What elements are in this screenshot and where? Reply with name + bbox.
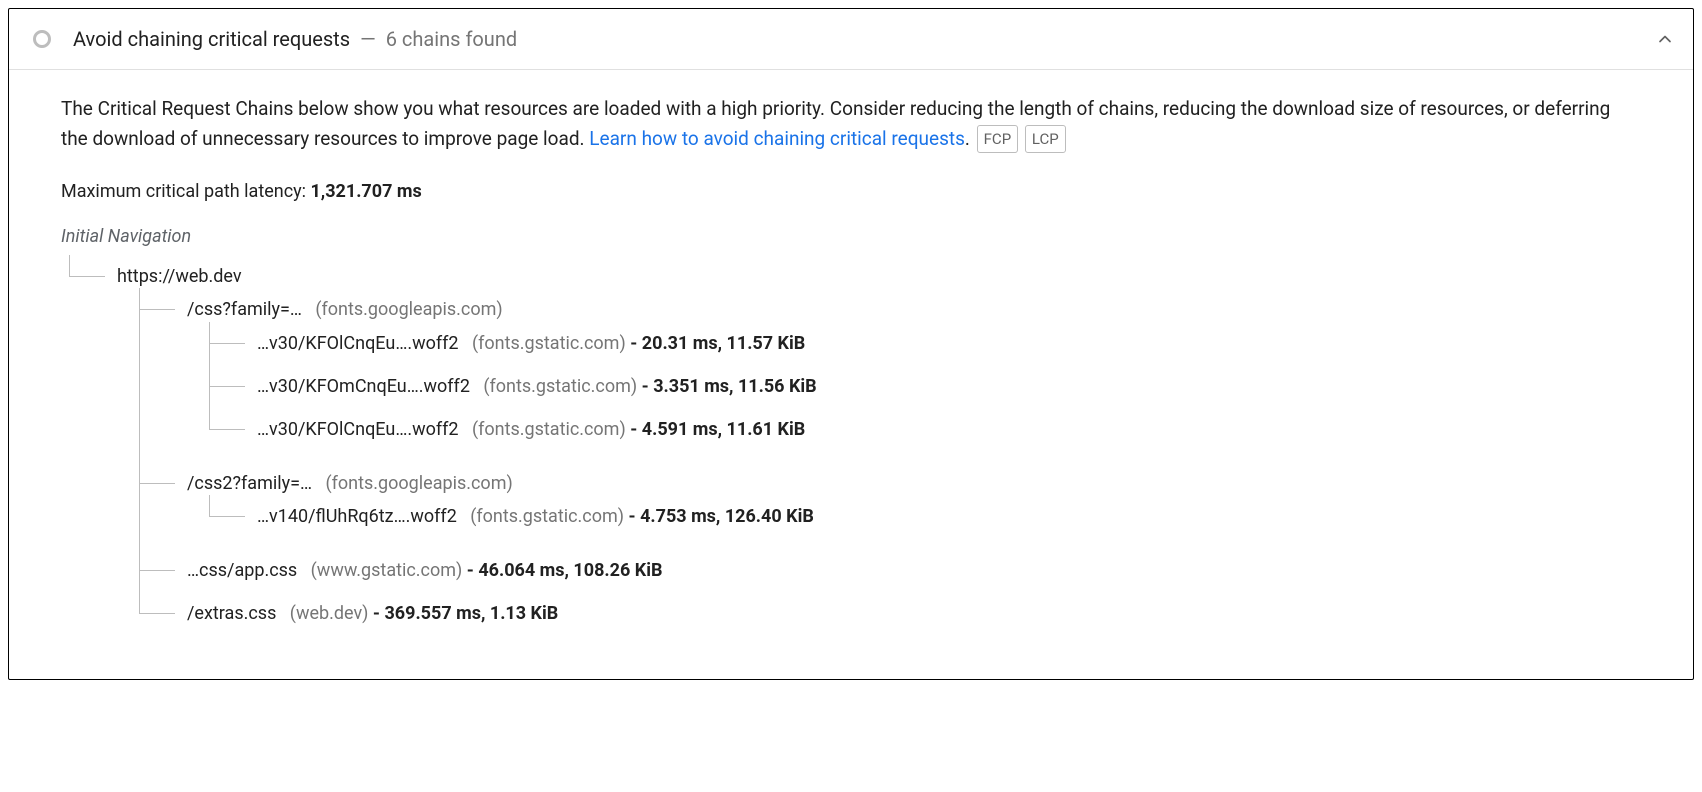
node-host: (fonts.gstatic.com) xyxy=(472,333,626,354)
node-host: (fonts.googleapis.com) xyxy=(325,473,512,494)
node-path: …css/app.css xyxy=(187,560,297,581)
max-latency: Maximum critical path latency: 1,321.707… xyxy=(61,181,1641,202)
tree-node: …v140/flUhRq6tz….woff2 (fonts.gstatic.co… xyxy=(209,495,1641,538)
tree-node: …v30/KFOmCnqEu….woff2 (fonts.gstatic.com… xyxy=(209,365,1641,408)
tree-node: /css2?family=… (fonts.googleapis.com) …v… xyxy=(139,462,1641,549)
node-path: …v30/KFOlCnqEu….woff2 xyxy=(257,333,459,354)
fcp-badge: FCP xyxy=(977,125,1019,153)
description-after: . xyxy=(965,127,970,150)
audit-title: Avoid chaining critical requests xyxy=(73,27,350,51)
audit-header[interactable]: Avoid chaining critical requests — 6 cha… xyxy=(9,9,1693,69)
node-stats: 20.31 ms, 11.57 KiB xyxy=(642,333,805,354)
learn-more-link[interactable]: Learn how to avoid chaining critical req… xyxy=(589,127,965,150)
status-circle-icon xyxy=(33,30,51,48)
tree-root-label: Initial Navigation xyxy=(61,226,1641,247)
node-path: …v30/KFOlCnqEu….woff2 xyxy=(257,419,459,440)
node-host: (fonts.gstatic.com) xyxy=(472,419,626,440)
latency-label: Maximum critical path latency: xyxy=(61,181,310,202)
node-stats: 4.753 ms, 126.40 KiB xyxy=(640,506,814,527)
tree-node: …css/app.css (www.gstatic.com) - 46.064 … xyxy=(139,549,1641,592)
node-stats: 369.557 ms, 1.13 KiB xyxy=(384,603,558,624)
latency-value: 1,321.707 ms xyxy=(310,181,421,202)
node-host: (fonts.gstatic.com) xyxy=(470,506,624,527)
audit-description: The Critical Request Chains below show y… xyxy=(61,94,1641,155)
node-stats: 4.591 ms, 11.61 KiB xyxy=(642,419,805,440)
node-host: (fonts.gstatic.com) xyxy=(483,376,637,397)
request-chain-tree: https://web.dev /css?family=… (fonts.goo… xyxy=(61,255,1641,646)
chevron-up-icon[interactable] xyxy=(1655,29,1675,49)
title-separator: — xyxy=(360,27,376,51)
node-path: /extras.css xyxy=(187,603,276,624)
audit-summary: 6 chains found xyxy=(386,27,517,51)
node-host: (fonts.googleapis.com) xyxy=(315,299,502,320)
tree-node: https://web.dev /css?family=… (fonts.goo… xyxy=(69,255,1641,646)
audit-card: Avoid chaining critical requests — 6 cha… xyxy=(8,8,1694,680)
node-stats: 3.351 ms, 11.56 KiB xyxy=(653,376,816,397)
audit-body: The Critical Request Chains below show y… xyxy=(9,70,1693,679)
lcp-badge: LCP xyxy=(1025,125,1066,153)
node-host: (www.gstatic.com) xyxy=(311,560,463,581)
node-path: …v140/flUhRq6tz….woff2 xyxy=(257,506,457,527)
node-stats: 46.064 ms, 108.26 KiB xyxy=(478,560,662,581)
tree-node: /extras.css (web.dev) - 369.557 ms, 1.13… xyxy=(139,592,1641,635)
node-path: /css?family=… xyxy=(187,299,302,320)
node-path: https://web.dev xyxy=(117,266,242,287)
node-host: (web.dev) xyxy=(290,603,369,624)
tree-node: /css?family=… (fonts.googleapis.com) …v3… xyxy=(139,288,1641,462)
node-path: …v30/KFOmCnqEu….woff2 xyxy=(257,376,470,397)
tree-node: …v30/KFOlCnqEu….woff2 (fonts.gstatic.com… xyxy=(209,322,1641,365)
node-path: /css2?family=… xyxy=(187,473,312,494)
tree-node: …v30/KFOlCnqEu….woff2 (fonts.gstatic.com… xyxy=(209,408,1641,451)
